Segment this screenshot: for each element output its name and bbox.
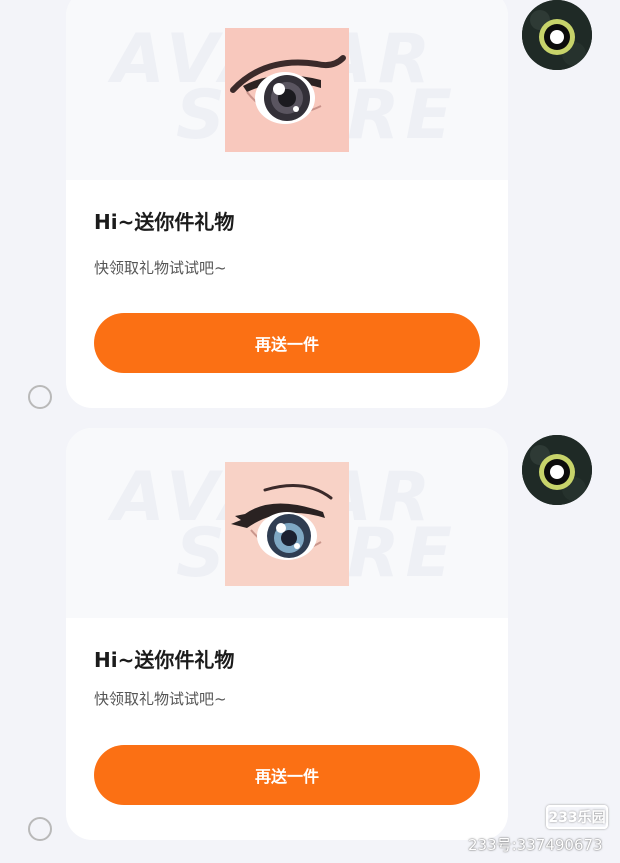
site-id-watermark: 233号:337490673 bbox=[468, 836, 603, 854]
gift-title: Hi~送你件礼物 bbox=[94, 648, 235, 672]
gift-banner: AVATAR STORE bbox=[66, 0, 508, 180]
eye-avatar-icon bbox=[522, 0, 592, 70]
avatar[interactable] bbox=[522, 435, 592, 505]
site-logo-watermark: 233乐园 bbox=[546, 805, 608, 829]
select-radio[interactable] bbox=[28, 817, 52, 841]
gift-card[interactable]: AVATAR STORE Hi~送你件礼物 快领取礼物试试吧~ 再送一 bbox=[66, 428, 508, 840]
select-radio[interactable] bbox=[28, 385, 52, 409]
send-again-button[interactable]: 再送一件 bbox=[94, 313, 480, 373]
avatar[interactable] bbox=[522, 0, 592, 70]
gift-subtitle: 快领取礼物试试吧~ bbox=[94, 259, 227, 277]
send-again-button[interactable]: 再送一件 bbox=[94, 745, 480, 805]
anime-eye-icon bbox=[225, 462, 349, 586]
gift-card[interactable]: AVATAR STORE Hi~送你件礼物 快领取礼物试试吧~ 再送一 bbox=[66, 0, 508, 408]
gift-subtitle: 快领取礼物试试吧~ bbox=[94, 690, 227, 708]
eye-avatar-icon bbox=[522, 435, 592, 505]
gift-title: Hi~送你件礼物 bbox=[94, 210, 235, 234]
gift-banner: AVATAR STORE bbox=[66, 428, 508, 618]
chat-message: AVATAR STORE Hi~送你件礼物 快领取礼物试试吧~ 再送一 bbox=[0, 0, 620, 410]
chat-message: AVATAR STORE Hi~送你件礼物 快领取礼物试试吧~ 再送一 bbox=[0, 428, 620, 848]
anime-eye-icon bbox=[225, 28, 349, 152]
